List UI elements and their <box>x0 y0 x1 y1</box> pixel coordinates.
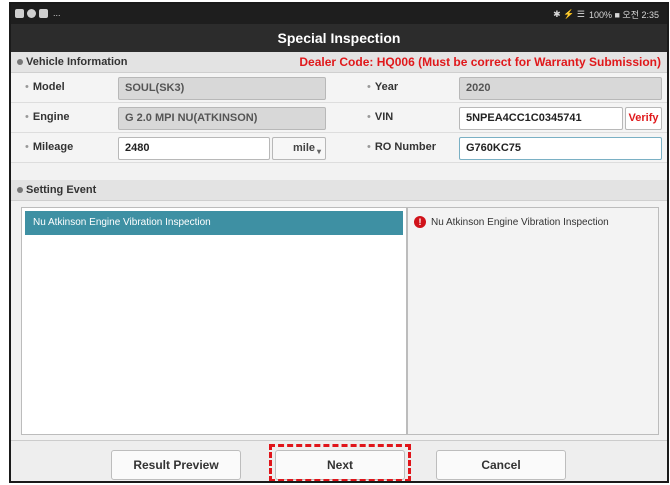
row-mileage-ro: • Mileage 2480 mile ▾ • RO Number G760KC75 <box>11 133 667 163</box>
next-button[interactable]: Next <box>275 450 405 480</box>
model-label: • Model <box>25 81 65 93</box>
vehicle-info-label: Vehicle Information <box>26 56 128 68</box>
notification-icon <box>39 8 48 18</box>
more-notifications: ... <box>53 8 61 18</box>
footer-bar: Result Preview Next Cancel <box>11 440 667 481</box>
app-icon <box>27 8 36 18</box>
vin-input[interactable]: 5NPEA4CC1C0345741 <box>459 107 623 130</box>
mileage-label: • Mileage <box>25 141 74 153</box>
cancel-button[interactable]: Cancel <box>436 450 566 480</box>
event-list-item[interactable]: Nu Atkinson Engine Vibration Inspection <box>25 211 403 235</box>
ro-number-label: • RO Number <box>367 141 436 153</box>
result-preview-button[interactable]: Result Preview <box>111 450 241 480</box>
battery-time: 100% ■ 오전 2:35 <box>588 10 659 20</box>
page-title: Special Inspection <box>11 24 667 52</box>
event-description: ! Nu Atkinson Engine Vibration Inspectio… <box>414 216 609 228</box>
chevron-down-icon: ▾ <box>316 147 321 156</box>
android-status-bar: ... ✱ ⚡ ☰ 100% ■ 오전 2:35 <box>11 4 667 24</box>
year-field: 2020 <box>459 77 662 100</box>
message-icon <box>15 8 24 18</box>
year-label: • Year <box>367 81 399 93</box>
app-window: ... ✱ ⚡ ☰ 100% ■ 오전 2:35 Special Inspect… <box>9 2 669 483</box>
mileage-unit-select[interactable]: mile ▾ <box>272 137 326 160</box>
vin-label: • VIN <box>367 111 394 123</box>
setting-event-header: Setting Event <box>11 180 667 201</box>
row-model-year: • Model SOUL(SK3) • Year 2020 <box>11 73 667 103</box>
status-indicators: ✱ ⚡ ☰ <box>553 9 585 19</box>
bullet-icon <box>17 59 23 65</box>
row-engine-vin: • Engine G 2.0 MPI NU(ATKINSON) • VIN 5NPE… <box>11 103 667 133</box>
event-list: Nu Atkinson Engine Vibration Inspection <box>21 207 407 435</box>
engine-label: • Engine <box>25 111 70 123</box>
engine-field: G 2.0 MPI NU(ATKINSON) <box>118 107 326 130</box>
ro-number-input[interactable]: G760KC75 <box>459 137 662 160</box>
mileage-input[interactable]: 2480 <box>118 137 270 160</box>
dealer-code-notice: Dealer Code: HQ006 (Must be correct for … <box>299 55 661 69</box>
setting-event-label: Setting Event <box>26 184 97 196</box>
alert-icon: ! <box>414 216 426 228</box>
verify-button[interactable]: Verify <box>625 107 662 130</box>
mileage-unit-value: mile <box>293 142 316 154</box>
event-description-text: Nu Atkinson Engine Vibration Inspection <box>431 216 609 228</box>
vehicle-info-header: Vehicle Information Dealer Code: HQ006 (… <box>11 52 667 73</box>
bullet-icon <box>17 187 23 193</box>
event-description-panel: ! Nu Atkinson Engine Vibration Inspectio… <box>407 207 659 435</box>
model-field: SOUL(SK3) <box>118 77 326 100</box>
